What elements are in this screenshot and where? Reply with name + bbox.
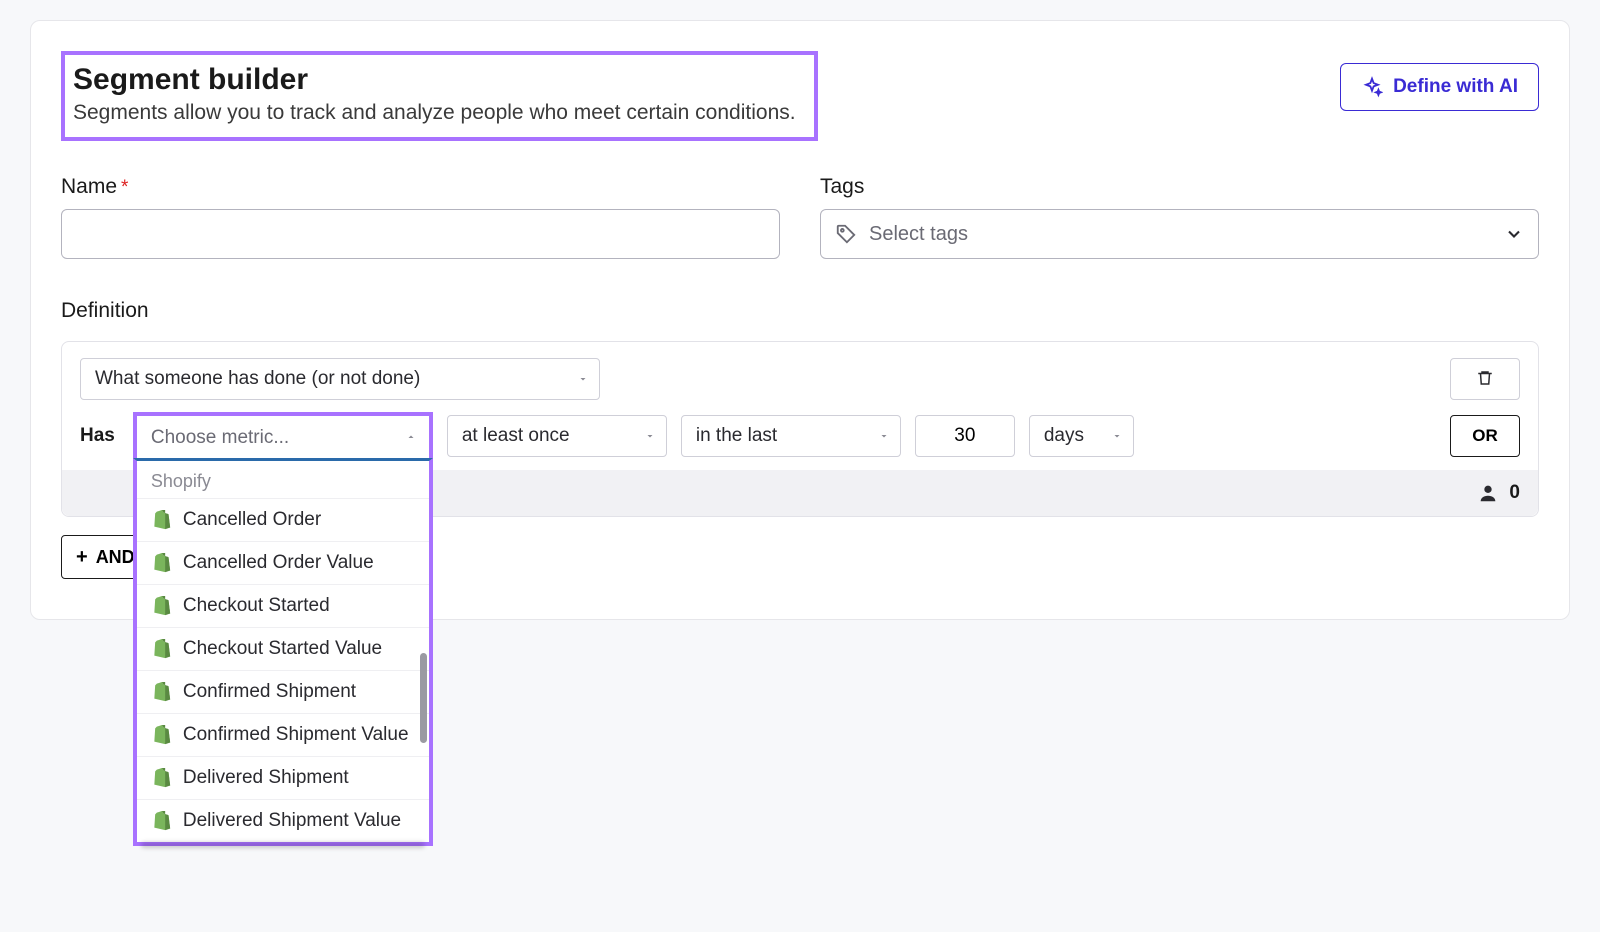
header-row: Segment builder Segments allow you to tr… (61, 51, 1539, 141)
name-label-text: Name (61, 175, 117, 198)
condition-type-select[interactable]: What someone has done (or not done) (80, 358, 600, 400)
tags-label: Tags (820, 175, 1539, 199)
shopify-icon (151, 595, 171, 617)
caret-down-icon (1111, 430, 1123, 442)
shopify-icon (151, 810, 171, 832)
time-range-value: in the last (696, 425, 777, 447)
define-with-ai-button[interactable]: Define with AI (1340, 63, 1539, 111)
delete-condition-button[interactable] (1450, 358, 1520, 400)
metric-option-confirmed-shipment-value[interactable]: Confirmed Shipment Value (137, 713, 429, 756)
page-subtitle: Segments allow you to track and analyze … (73, 101, 796, 125)
caret-down-icon (878, 430, 890, 442)
frequency-select[interactable]: at least once (447, 415, 667, 457)
tags-placeholder: Select tags (869, 223, 968, 246)
count-value: 0 (1509, 482, 1520, 504)
condition-row-1: What someone has done (or not done) (80, 358, 1520, 400)
shopify-icon (151, 509, 171, 531)
metric-option-label: Delivered Shipment Value (183, 810, 401, 832)
required-indicator: * (121, 177, 128, 198)
dropdown-group-label: Shopify (137, 461, 429, 498)
tag-icon (835, 223, 857, 245)
plus-icon: + (76, 546, 88, 569)
form-row: Name* Tags Select tags (61, 175, 1539, 259)
tags-select[interactable]: Select tags (820, 209, 1539, 259)
condition-type-value: What someone has done (or not done) (95, 368, 420, 390)
shopify-icon (151, 552, 171, 574)
name-label: Name* (61, 175, 780, 199)
scrollbar-thumb[interactable] (420, 653, 427, 743)
tags-left: Select tags (835, 223, 968, 246)
metric-placeholder: Choose metric... (151, 427, 289, 449)
metric-option-delivered-shipment-value[interactable]: Delivered Shipment Value (137, 799, 429, 842)
metric-option-delivered-shipment[interactable]: Delivered Shipment (137, 756, 429, 799)
frequency-value: at least once (462, 425, 570, 447)
shopify-icon (151, 681, 171, 703)
metric-option-cancelled-order[interactable]: Cancelled Order (137, 498, 429, 541)
time-range-select[interactable]: in the last (681, 415, 901, 457)
metric-select-wrap: Choose metric... Shopify Cancelled Order (133, 412, 433, 460)
metric-option-label: Delivered Shipment (183, 767, 349, 789)
caret-down-icon (577, 373, 589, 385)
time-unit-select[interactable]: days (1029, 415, 1134, 457)
page-title: Segment builder (73, 63, 796, 97)
sparkle-icon (1361, 76, 1383, 98)
metric-option-label: Checkout Started Value (183, 638, 382, 660)
dropdown-inner: Shopify Cancelled Order Cancelled Orde (137, 461, 429, 842)
metric-option-label: Checkout Started (183, 595, 330, 617)
definition-box: What someone has done (or not done) Has … (61, 341, 1539, 517)
trash-icon (1476, 369, 1494, 390)
metric-option-confirmed-shipment[interactable]: Confirmed Shipment (137, 670, 429, 713)
metric-option-checkout-started[interactable]: Checkout Started (137, 584, 429, 627)
metric-option-label: Confirmed Shipment (183, 681, 356, 703)
metric-option-checkout-started-value[interactable]: Checkout Started Value (137, 627, 429, 670)
chevron-down-icon (1504, 224, 1524, 244)
metric-option-cancelled-order-value[interactable]: Cancelled Order Value (137, 541, 429, 584)
time-unit-value: days (1044, 425, 1084, 447)
condition-row-2: Has Choose metric... Shopify (80, 412, 1520, 460)
name-input[interactable] (61, 209, 780, 259)
metric-select[interactable]: Choose metric... (133, 412, 433, 460)
segment-builder-card: Segment builder Segments allow you to tr… (30, 20, 1570, 620)
metric-option-label: Confirmed Shipment Value (183, 724, 409, 746)
person-icon (1477, 482, 1499, 504)
metric-option-label: Cancelled Order (183, 509, 321, 531)
title-block: Segment builder Segments allow you to tr… (61, 51, 818, 141)
has-label: Has (80, 425, 115, 447)
dropdown-shadow (141, 842, 425, 848)
define-with-ai-label: Define with AI (1393, 76, 1518, 98)
shopify-icon (151, 724, 171, 746)
metric-dropdown-panel: Shopify Cancelled Order Cancelled Orde (133, 458, 433, 846)
metric-option-label: Cancelled Order Value (183, 552, 374, 574)
tags-group: Tags Select tags (820, 175, 1539, 259)
or-button[interactable]: OR (1450, 415, 1520, 457)
caret-down-icon (644, 430, 656, 442)
definition-label: Definition (61, 299, 1539, 323)
time-range-value-input[interactable] (915, 415, 1015, 457)
name-group: Name* (61, 175, 780, 259)
caret-up-icon (405, 427, 417, 449)
shopify-icon (151, 638, 171, 660)
shopify-icon (151, 767, 171, 789)
and-label: AND (96, 547, 135, 568)
